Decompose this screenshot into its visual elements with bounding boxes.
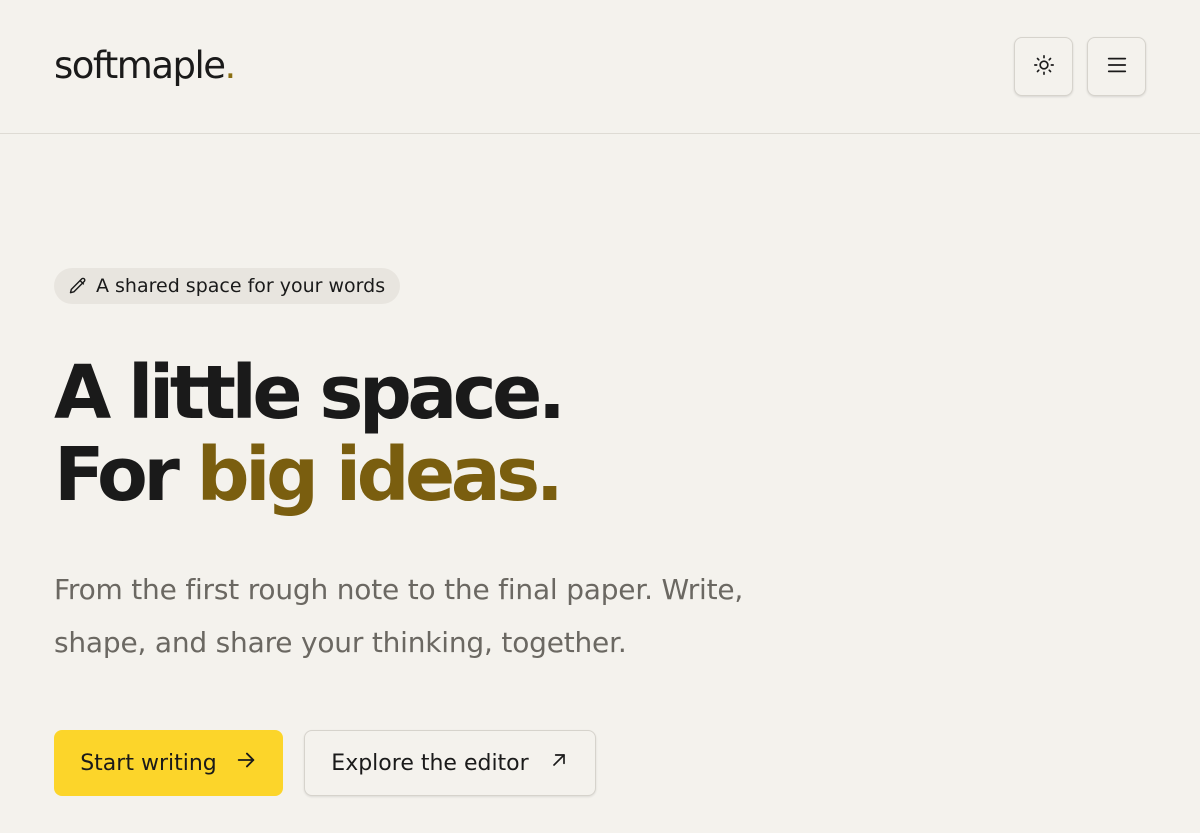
- site-header: softmaple.: [0, 0, 1200, 134]
- menu-button[interactable]: [1087, 37, 1146, 96]
- eyebrow-badge: A shared space for your words: [54, 268, 401, 304]
- headline-line-1: A little space.: [54, 350, 566, 436]
- theme-toggle-button[interactable]: [1014, 37, 1073, 96]
- headline-line-2-accent: big ideas.: [196, 432, 564, 518]
- headline-line-2-plain: For: [54, 432, 197, 518]
- hamburger-menu-icon: [1106, 54, 1128, 80]
- start-writing-label: Start writing: [80, 750, 217, 776]
- arrow-right-icon: [235, 749, 257, 777]
- hero-subtext: From the first rough note to the final p…: [54, 573, 744, 659]
- explore-editor-button[interactable]: Explore the editor: [304, 730, 596, 796]
- sun-icon: [1033, 54, 1055, 80]
- arrow-up-right-icon: [549, 750, 569, 776]
- logo-dot: .: [224, 44, 237, 87]
- eyebrow-label: A shared space for your words: [96, 275, 386, 297]
- logo-text: softmaple: [54, 44, 226, 87]
- logo[interactable]: softmaple.: [54, 44, 237, 88]
- explore-editor-label: Explore the editor: [331, 750, 529, 776]
- pencil-icon: [68, 276, 88, 296]
- hero-headline: A little space. For big ideas.: [54, 350, 566, 518]
- start-writing-button[interactable]: Start writing: [54, 730, 283, 796]
